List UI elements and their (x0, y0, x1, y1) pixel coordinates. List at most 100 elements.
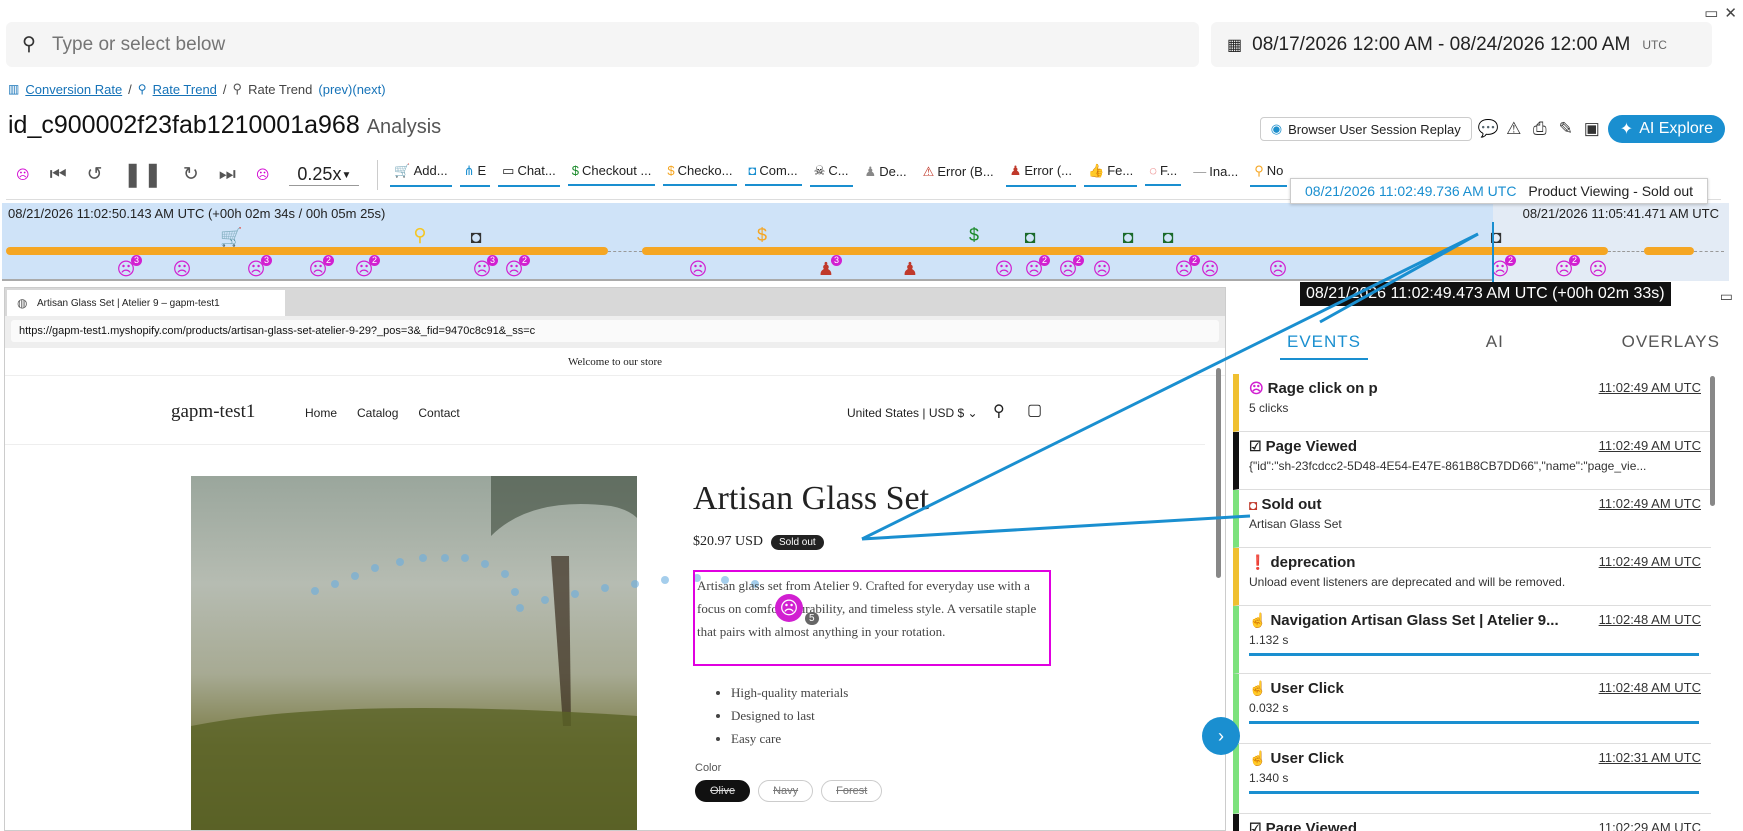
session-timeline[interactable]: 08/21/2026 11:02:50.143 AM UTC (+00h 02m… (2, 203, 1729, 281)
bag-icon[interactable]: ◘ (1118, 227, 1138, 247)
dollar-icon[interactable]: $ (964, 225, 984, 245)
search-icon[interactable]: ⚲ (410, 225, 430, 245)
chip-error[interactable]: ♟ Error (... (1005, 163, 1076, 187)
chip-inactive[interactable]: — Ina... (1189, 164, 1242, 185)
event-time[interactable]: 11:02:29 AM UTC (1599, 820, 1701, 831)
panel-scrollbar[interactable] (1710, 376, 1715, 506)
event-time[interactable]: 11:02:48 AM UTC (1599, 680, 1701, 695)
chip-f[interactable]: ◌ F... (1145, 163, 1182, 186)
rage-click-icon[interactable]: ☹ (688, 259, 708, 279)
event-item[interactable]: ☑ Page Viewed 11:02:29 AM UTC (1233, 814, 1711, 831)
speed-select[interactable]: 0.25x ▼ (289, 164, 360, 186)
chip-checkout-2[interactable]: $ Checko... (663, 163, 737, 186)
activity-bar (6, 247, 608, 255)
save-icon[interactable]: ▣ (1582, 119, 1602, 139)
event-detail: 0.032 s (1249, 701, 1289, 715)
event-time[interactable]: 11:02:49 AM UTC (1599, 496, 1701, 511)
rage-click-icon[interactable]: ☹ 2 (1024, 255, 1050, 279)
next-arrow-button[interactable]: › (1202, 717, 1240, 755)
dollar-icon[interactable]: $ (752, 225, 772, 245)
rage-click-icon[interactable]: ☹ 2 (504, 255, 530, 279)
tab-ai[interactable]: AI (1486, 332, 1504, 360)
search-icon: ⚲ (22, 34, 36, 55)
rage-click-icon[interactable]: ☹ (1268, 259, 1288, 279)
skip-start-icon[interactable]: ⏮ (50, 164, 67, 186)
bag-icon[interactable]: ◘ (1158, 227, 1178, 247)
rage-click-icon[interactable]: ☹ 2 (1174, 255, 1200, 279)
browser-tabbar: ◍ Artisan Glass Set | Atelier 9 – gapm-t… (5, 288, 1225, 316)
event-item[interactable]: ☹ Rage click on p 11:02:49 AM UTC 5 click… (1233, 374, 1711, 432)
tab-events[interactable]: EVENTS (1280, 332, 1368, 360)
chip-feedback[interactable]: 👍 Fe... (1084, 163, 1138, 187)
rage-click-icon[interactable]: ☹ 2 (308, 255, 334, 279)
rage-click-icon[interactable]: ☹ 3 (116, 255, 142, 279)
event-time[interactable]: 11:02:48 AM UTC (1599, 612, 1701, 627)
minimize-icon[interactable]: ▭ (1720, 288, 1733, 305)
bag-icon[interactable]: ◘ (1020, 227, 1040, 247)
chip-e[interactable]: ⋔ E (459, 163, 491, 187)
event-item[interactable]: ☑ Page Viewed 11:02:49 AM UTC {"id":"sh-2… (1233, 432, 1711, 490)
breadcrumb-current: Rate Trend (248, 81, 313, 97)
session-replay-button[interactable]: ◉ Browser User Session Replay (1259, 117, 1472, 141)
person-error-icon[interactable]: ♟ (900, 259, 920, 279)
rage-filter-icon[interactable]: ☹ (256, 167, 270, 183)
rage-click-icon[interactable]: ☹ 3 (246, 255, 272, 279)
chip-no[interactable]: ⚲ No (1250, 162, 1288, 187)
search-input[interactable] (52, 33, 1152, 56)
search-bar[interactable]: ⚲ (6, 22, 1199, 67)
chip-com[interactable]: ◘ Com... (744, 163, 802, 186)
event-item[interactable]: ☝ Navigation Artisan Glass Set | Atelier … (1233, 606, 1711, 674)
pause-icon[interactable]: ❚❚ (123, 160, 163, 189)
search-icon: ⚲ (1254, 162, 1264, 178)
replay-icon[interactable]: ↺ (87, 163, 103, 186)
maximize-icon[interactable]: ▭ (1704, 5, 1718, 22)
ai-explore-button[interactable]: ✦ AI Explore (1607, 115, 1725, 143)
sold-out-icon[interactable]: ◘ (1486, 227, 1506, 247)
print-icon[interactable]: ⎙ (1530, 119, 1550, 139)
next-link[interactable]: (next) (352, 82, 385, 97)
event-item[interactable]: ◘ Sold out 11:02:49 AM UTC Artisan Glass … (1233, 490, 1711, 548)
event-title: User Click (1270, 680, 1344, 697)
edit-icon[interactable]: ✎ (1556, 119, 1576, 139)
event-item[interactable]: ☝ User Click 11:02:31 AM UTC 1.340 s (1233, 744, 1711, 814)
tab-overlays[interactable]: OVERLAYS (1622, 332, 1720, 360)
event-item[interactable]: ❗ deprecation 11:02:49 AM UTC Unload even… (1233, 548, 1711, 606)
chip-label: Add... (413, 162, 448, 178)
chip-checkout[interactable]: $ Checkout ... (567, 163, 656, 186)
close-icon[interactable]: ✕ (1724, 5, 1737, 22)
cart-icon[interactable]: 🛒 (220, 227, 242, 247)
event-time[interactable]: 11:02:49 AM UTC (1599, 554, 1701, 569)
rage-click-icon[interactable]: ☹ 3 (472, 255, 498, 279)
rage-click-icon[interactable]: ☹ (1588, 259, 1608, 279)
count-badge: 3 (130, 255, 142, 266)
event-time[interactable]: 11:02:49 AM UTC (1599, 438, 1701, 453)
breadcrumb-conversion-rate[interactable]: Conversion Rate (25, 82, 122, 97)
rage-click-icon[interactable]: ☹ (172, 259, 192, 279)
prev-link[interactable]: (prev) (318, 82, 352, 97)
rage-filter-icon[interactable]: ☹ (16, 167, 30, 183)
event-item[interactable]: ☝ User Click 11:02:48 AM UTC 0.032 s (1233, 674, 1711, 744)
warning-icon[interactable]: ⚠ (1504, 119, 1524, 139)
playhead[interactable] (1492, 222, 1494, 284)
rage-click-icon[interactable]: ☹ 2 (354, 255, 380, 279)
event-time[interactable]: 11:02:31 AM UTC (1599, 750, 1701, 765)
chip-chat[interactable]: ▭ Chat... (498, 163, 560, 187)
date-range-picker[interactable]: ▦ 08/17/2026 12:00 AM - 08/24/2026 12:00… (1211, 22, 1712, 67)
chip-error-b[interactable]: ⚠ Error (B... (919, 164, 998, 186)
skip-end-icon[interactable]: ⏭ (219, 164, 236, 186)
comment-icon[interactable]: 💬 (1478, 119, 1499, 139)
person-error-icon[interactable]: ♟ 3 (816, 255, 842, 279)
sold-out-icon[interactable]: ◘ (466, 227, 486, 247)
rage-click-icon[interactable]: ☹ (1092, 259, 1112, 279)
rage-click-icon[interactable]: ☹ 2 (1058, 255, 1084, 279)
chip-c[interactable]: ☠ C... (809, 163, 853, 187)
event-time[interactable]: 11:02:49 AM UTC (1599, 380, 1701, 395)
rage-click-icon[interactable]: ☹ 2 (1554, 255, 1580, 279)
rage-click-icon[interactable]: ☹ (994, 259, 1014, 279)
chip-add-to-cart[interactable]: 🛒 Add... (390, 162, 452, 187)
nav-home: Home (305, 406, 338, 420)
redo-icon[interactable]: ↻ (183, 163, 199, 186)
chip-de[interactable]: ♟ De... (861, 164, 911, 186)
breadcrumb-rate-trend[interactable]: Rate Trend (153, 82, 217, 97)
rage-click-icon[interactable]: ☹ (1200, 259, 1220, 279)
